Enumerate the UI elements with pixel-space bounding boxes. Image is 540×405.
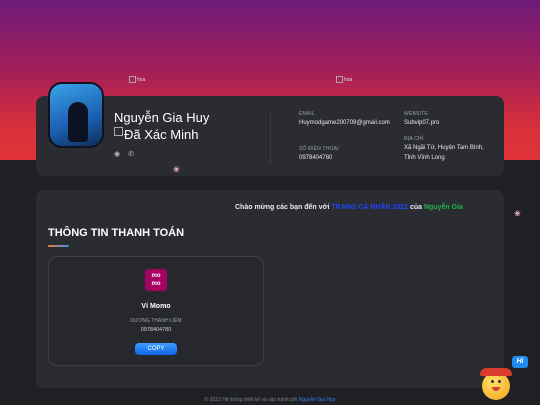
petal-icon: ❀ (173, 165, 180, 174)
profile-name: Nguyễn Gia Huy (114, 110, 210, 125)
phone-label: SỐ ĐIỆN THOẠI (299, 146, 339, 152)
welcome-message: Chào mừng các bạn đến với TRANG CÁ NHÂN … (235, 204, 463, 211)
social-links: ◉ ✆ (114, 150, 134, 158)
payment-method-name: Ví Momo (141, 303, 171, 310)
welcome-owner: Nguyễn Gia (424, 204, 463, 211)
facebook-icon[interactable]: ◉ (114, 150, 120, 158)
account-holder: DƯƠNG THANH LIÊM (130, 318, 182, 324)
website-value[interactable]: Subvip07.pro (404, 118, 439, 128)
flower-image: hoa (129, 76, 145, 83)
copy-button[interactable]: COPY (135, 343, 177, 355)
verified-badge-image: Đã Xác Minh (114, 127, 198, 142)
account-number: 0978404780 (140, 327, 172, 333)
website-label: WEBSITE (404, 111, 428, 117)
momo-logo-icon: mo mo (145, 269, 167, 291)
avatar[interactable] (48, 82, 104, 148)
welcome-site-link[interactable]: TRANG CÁ NHÂN 2022 (331, 204, 408, 211)
welcome-middle: của (409, 204, 423, 211)
address-value: Xã Ngãi Tứ, Huyện Tam Bình, Tỉnh Vĩnh Lo… (404, 145, 484, 161)
footer-author-link[interactable]: Nguyễn Gia Huy (299, 397, 336, 403)
footer: © 2022 Hệ thống thiết kế và vận hành bởi… (0, 397, 540, 403)
phone-value[interactable]: 0978404780 (299, 153, 332, 163)
section-title: THÔNG TIN THANH TOÁN (48, 227, 185, 239)
address-label: ĐỊA CHỈ (404, 136, 424, 142)
email-label: EMAIL (299, 111, 316, 117)
phone-icon[interactable]: ✆ (128, 150, 134, 158)
momo-logo-top: mo (151, 273, 161, 279)
title-underline (48, 245, 69, 247)
flower-image: hoa (336, 76, 352, 83)
momo-logo-bottom: mo (151, 281, 161, 287)
welcome-prefix: Chào mừng các bạn đến với (235, 204, 330, 211)
petal-icon: ❀ (514, 209, 521, 218)
profile-divider (270, 112, 271, 164)
footer-text: © 2022 Hệ thống thiết kế và vận hành bởi (204, 397, 298, 403)
mascot-badge[interactable]: Hi (512, 356, 528, 368)
email-value[interactable]: Huymodgame200709@gmail.com (299, 118, 390, 128)
mascot-chat-widget[interactable] (478, 366, 514, 405)
